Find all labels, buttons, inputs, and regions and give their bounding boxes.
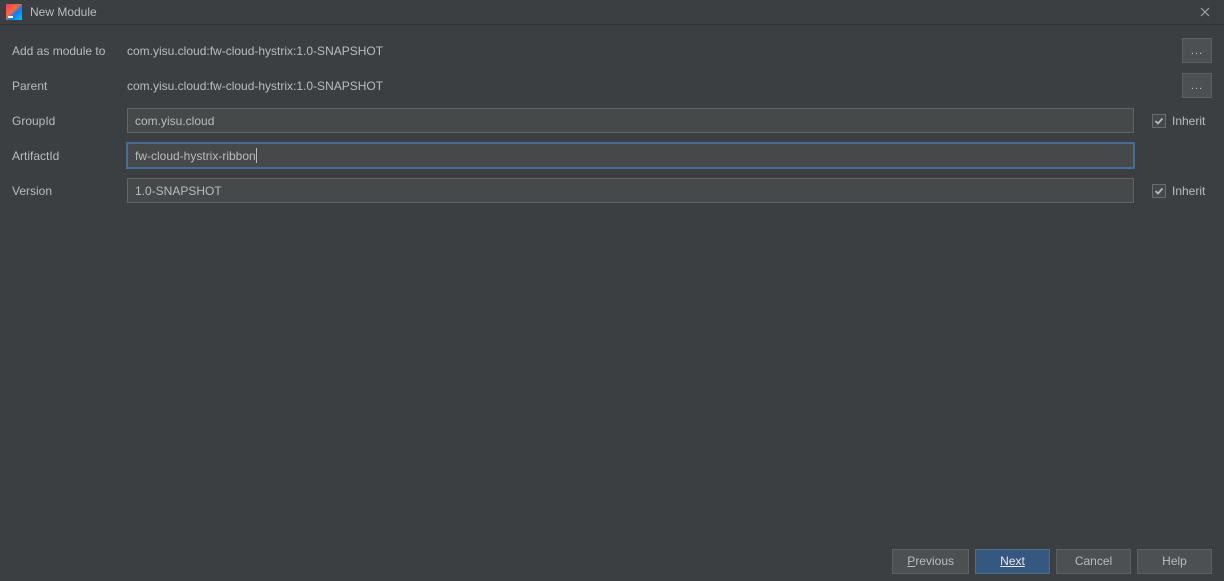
button-bar: Previous Next Cancel Help (0, 541, 1224, 581)
value-parent: com.yisu.cloud:fw-cloud-hystrix:1.0-SNAP… (127, 79, 1182, 93)
row-version: Version Inherit (12, 178, 1212, 203)
checkbox-version-inherit[interactable] (1152, 184, 1166, 198)
title-bar: New Module (0, 0, 1224, 25)
row-add-as-module: Add as module to com.yisu.cloud:fw-cloud… (12, 38, 1212, 63)
row-groupid: GroupId Inherit (12, 108, 1212, 133)
row-artifactid: ArtifactId fw-cloud-hystrix-ribbon (12, 143, 1212, 168)
label-version-inherit: Inherit (1172, 184, 1205, 198)
checkbox-groupid-inherit[interactable] (1152, 114, 1166, 128)
previous-button[interactable]: Previous (892, 549, 969, 574)
close-icon (1200, 7, 1210, 17)
browse-module-button[interactable]: ... (1182, 38, 1212, 63)
text-cursor (256, 148, 257, 163)
check-icon (1154, 186, 1164, 196)
cancel-label: Cancel (1075, 554, 1112, 568)
input-groupid[interactable] (127, 108, 1134, 133)
value-add-as-module: com.yisu.cloud:fw-cloud-hystrix:1.0-SNAP… (127, 44, 1182, 58)
label-groupid: GroupId (12, 114, 127, 128)
row-parent: Parent com.yisu.cloud:fw-cloud-hystrix:1… (12, 73, 1212, 98)
help-button[interactable]: Help (1137, 549, 1212, 574)
input-artifactid-text: fw-cloud-hystrix-ribbon (135, 149, 256, 163)
input-artifactid[interactable]: fw-cloud-hystrix-ribbon (127, 143, 1134, 168)
input-version[interactable] (127, 178, 1134, 203)
label-add-as-module: Add as module to (12, 44, 127, 58)
next-label: Next (1000, 554, 1025, 568)
browse-parent-button[interactable]: ... (1182, 73, 1212, 98)
next-button[interactable]: Next (975, 549, 1050, 574)
help-label: Help (1162, 554, 1187, 568)
label-groupid-inherit: Inherit (1172, 114, 1205, 128)
check-icon (1154, 116, 1164, 126)
previous-label-rest: revious (915, 554, 954, 568)
label-version: Version (12, 184, 127, 198)
close-button[interactable] (1192, 3, 1218, 21)
label-parent: Parent (12, 79, 127, 93)
cancel-button[interactable]: Cancel (1056, 549, 1131, 574)
form-area: Add as module to com.yisu.cloud:fw-cloud… (0, 25, 1224, 203)
window-title: New Module (30, 5, 1192, 19)
intellij-icon (6, 4, 22, 20)
label-artifactid: ArtifactId (12, 149, 127, 163)
